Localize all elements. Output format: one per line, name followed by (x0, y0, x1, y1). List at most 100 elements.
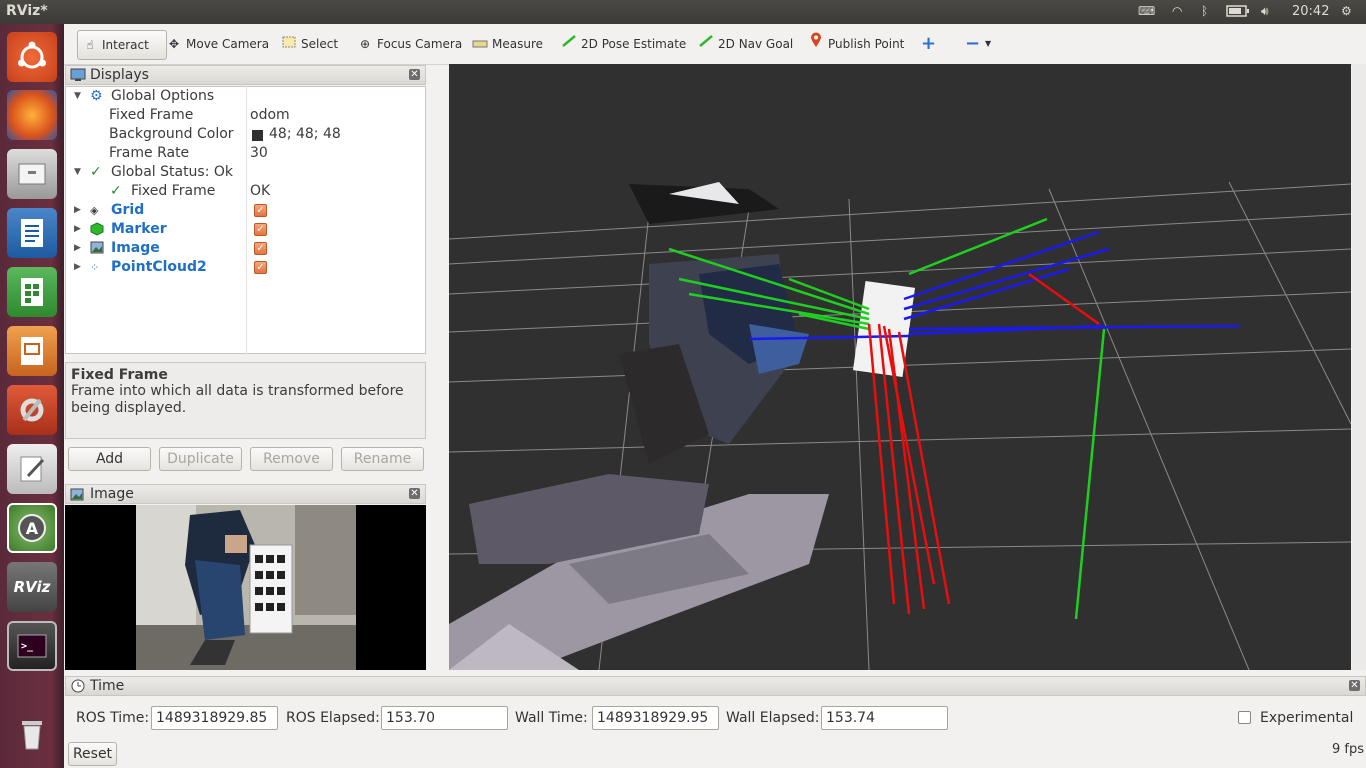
image-checkbox[interactable]: ✓ (254, 242, 267, 255)
launcher: A RViz >_ (0, 24, 64, 768)
global-status-label: Global Status: Ok (111, 164, 234, 180)
pose-estimate-tool[interactable]: 2D Pose Estimate (557, 30, 690, 58)
add-button[interactable]: Add (68, 447, 151, 471)
ros-elapsed-field[interactable]: 153.70 (381, 706, 508, 730)
3d-render-view[interactable] (449, 64, 1351, 670)
fixed-frame-value[interactable]: odom (250, 106, 290, 125)
remove-button[interactable]: Remove (250, 447, 333, 471)
wall-time-field[interactable]: 1489318929.95 (592, 706, 719, 730)
global-options-label: Global Options (111, 88, 215, 104)
clock[interactable]: 20:42 (1292, 4, 1329, 20)
grid-checkbox[interactable]: ✓ (254, 204, 267, 217)
wall-elapsed-field[interactable]: 153.74 (821, 706, 948, 730)
select-tool[interactable]: Select (277, 30, 342, 58)
top-panel: RViz* ⌨ ◠ ᛒ 🔊︎ 20:42 ⚙ (0, 0, 1366, 24)
move-icon: ✥ (168, 37, 180, 51)
camera-image-view[interactable] (65, 505, 426, 670)
ros-time-label: ROS Time: (76, 710, 150, 726)
nav-goal-label: 2D Nav Goal (718, 37, 794, 51)
svg-text:>_: >_ (21, 641, 34, 652)
check-icon: ✓ (90, 164, 102, 180)
move-camera-label: Move Camera (186, 37, 270, 51)
bluetooth-icon[interactable]: ᛒ (1201, 4, 1208, 20)
select-label: Select (301, 37, 339, 51)
clock-icon (71, 679, 85, 698)
point-cloud-icon: ⁘ (90, 261, 100, 274)
focus-camera-tool[interactable]: ⊕ Focus Camera (353, 30, 466, 58)
close-icon[interactable]: ✕ (1349, 680, 1360, 691)
expand-down-icon[interactable]: ▼ (74, 163, 81, 182)
move-camera-tool[interactable]: ✥ Move Camera (162, 30, 273, 58)
rviz-icon[interactable]: RViz (7, 562, 57, 612)
gear-icon[interactable]: ⚙ (1341, 4, 1352, 20)
calc-icon[interactable] (7, 267, 57, 317)
description-text: Frame into which all data is transformed… (71, 383, 404, 416)
frame-rate-value[interactable]: 30 (250, 144, 268, 163)
battery-icon[interactable] (1226, 4, 1250, 20)
experimental-label: Experimental (1260, 710, 1354, 726)
firefox-icon[interactable] (7, 90, 57, 140)
volume-icon[interactable]: 🔊︎ (1261, 4, 1269, 20)
expand-right-icon[interactable]: ▶ (74, 220, 81, 239)
wall-time-label: Wall Time: (515, 710, 588, 726)
ros-time-field[interactable]: 1489318929.85 (151, 706, 278, 730)
monitor-icon (70, 68, 86, 87)
window-title: RViz* (6, 3, 48, 19)
blue-marker-lines (748, 230, 1240, 341)
trash-icon[interactable] (7, 708, 57, 758)
column-divider[interactable] (246, 86, 247, 354)
wifi-icon[interactable]: ◠ (1172, 4, 1182, 20)
measure-tool[interactable]: Measure (468, 30, 547, 58)
duplicate-button[interactable]: Duplicate (159, 447, 242, 471)
expand-right-icon[interactable]: ▶ (74, 201, 81, 220)
close-icon[interactable]: ✕ (409, 488, 420, 499)
focus-camera-label: Focus Camera (377, 37, 463, 51)
publish-point-tool[interactable]: Publish Point (804, 30, 908, 58)
text-editor-icon[interactable] (7, 444, 57, 494)
check-icon: ✓ (110, 183, 122, 199)
close-icon[interactable]: ✕ (409, 69, 420, 80)
expand-right-icon[interactable]: ▶ (74, 258, 81, 277)
nav-goal-tool[interactable]: 2D Nav Goal (694, 30, 797, 58)
color-swatch[interactable] (252, 130, 263, 141)
property-description: Fixed Frame Frame into which all data is… (65, 362, 426, 439)
experimental-checkbox[interactable] (1238, 711, 1251, 724)
select-icon (281, 30, 297, 58)
add-tool-button[interactable]: + (917, 30, 940, 58)
reset-button[interactable]: Reset (68, 742, 117, 766)
keyboard-icon[interactable]: ⌨ (1138, 4, 1155, 20)
status-fixed-frame-value: OK (250, 183, 271, 199)
terminal-icon[interactable]: >_ (7, 621, 57, 671)
interact-label: Interact (102, 38, 149, 52)
right-splitter[interactable] (1352, 64, 1366, 670)
wall-elapsed-label: Wall Elapsed: (726, 710, 820, 726)
displays-panel-header: Displays ✕ (65, 65, 426, 85)
ubuntu-icon[interactable] (7, 32, 57, 82)
file-manager-icon[interactable] (7, 149, 57, 199)
rename-button[interactable]: Rename (341, 447, 424, 471)
green-arrow-icon (698, 30, 714, 58)
picture-icon (70, 488, 84, 506)
background-color-value[interactable]: 48; 48; 48 (269, 125, 341, 144)
svg-text:A: A (26, 519, 39, 538)
pointcloud2-checkbox[interactable]: ✓ (254, 261, 267, 274)
ruler-icon (472, 30, 488, 58)
fixed-frame-label: Fixed Frame (109, 107, 194, 123)
expand-down-icon[interactable]: ▼ (74, 87, 81, 106)
interact-tool[interactable]: ☝ Interact (77, 30, 167, 60)
marker-checkbox[interactable]: ✓ (254, 223, 267, 236)
expand-right-icon[interactable]: ▶ (74, 239, 81, 258)
image-panel-header: Image ✕ (65, 484, 426, 504)
status-fixed-frame-label: Fixed Frame (131, 183, 216, 199)
tool-bar: ☝ Interact ✥ Move Camera Select ⊕ Focus Cam… (64, 24, 1366, 65)
writer-icon[interactable] (7, 208, 57, 258)
measure-label: Measure (492, 37, 543, 51)
publish-point-label: Publish Point (828, 37, 905, 51)
marker-label: Marker (111, 221, 167, 237)
software-updater-icon[interactable]: A (7, 503, 57, 553)
impress-icon[interactable] (7, 326, 57, 376)
time-panel-title: Time (90, 678, 125, 694)
chevron-down-icon[interactable]: ▼ (981, 30, 995, 58)
system-settings-icon[interactable] (7, 385, 57, 435)
gear-icon: ⚙ (90, 88, 103, 104)
